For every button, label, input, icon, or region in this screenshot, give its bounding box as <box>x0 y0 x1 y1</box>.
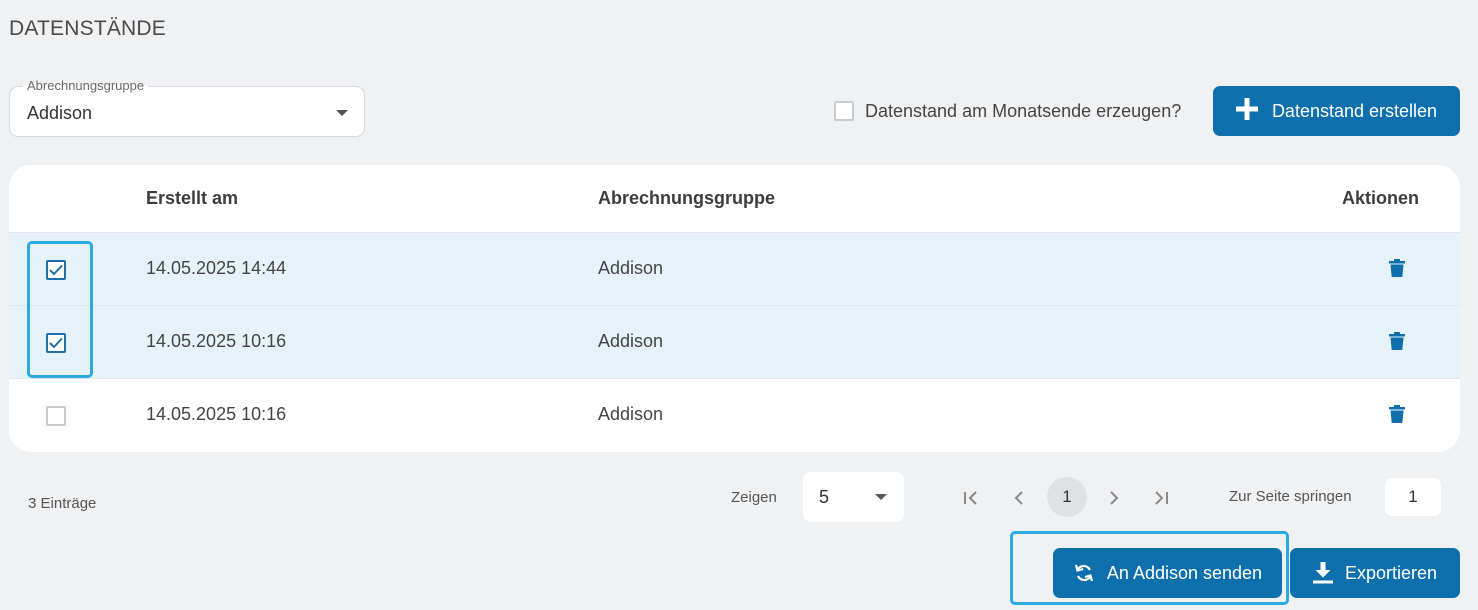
monthend-checkbox[interactable] <box>834 101 854 121</box>
monthend-checkbox-label: Datenstand am Monatsende erzeugen? <box>865 100 1182 121</box>
row-created: 14.05.2025 10:16 <box>146 331 287 351</box>
row-created: 14.05.2025 10:16 <box>146 404 287 424</box>
next-page-icon[interactable] <box>1103 487 1125 509</box>
monthend-checkbox-row[interactable]: Datenstand am Monatsende erzeugen? <box>834 100 1181 122</box>
chevron-down-icon <box>336 110 348 116</box>
page-title: DATENSTÄNDE <box>9 17 166 40</box>
entries-count: 3 Einträge <box>28 495 97 512</box>
page-size-value: 5 <box>819 487 830 507</box>
table-row[interactable]: 14.05.2025 10:16 Addison <box>9 306 1460 379</box>
trash-icon[interactable] <box>1389 259 1405 282</box>
billing-group-select-value: Addison <box>27 103 93 123</box>
row-billing-group: Addison <box>598 258 664 278</box>
table-row[interactable]: 14.05.2025 10:16 Addison <box>9 379 1460 452</box>
page-size-label: Zeigen <box>731 489 777 506</box>
row-billing-group: Addison <box>598 331 664 351</box>
export-button[interactable]: Exportieren <box>1290 548 1460 598</box>
last-page-icon[interactable] <box>1150 487 1172 509</box>
jump-to-page-input[interactable]: 1 <box>1385 478 1441 516</box>
page-number-current[interactable]: 1 <box>1047 477 1087 517</box>
selection-highlight <box>27 241 93 378</box>
plus-icon <box>1235 97 1258 125</box>
previous-page-icon[interactable] <box>1008 487 1030 509</box>
snapshots-table: Erstellt am Abrechnungsgruppe Aktionen 1… <box>9 165 1460 452</box>
jump-to-page-label: Zur Seite springen <box>1229 488 1352 505</box>
create-snapshot-button[interactable]: Datenstand erstellen <box>1213 86 1460 136</box>
trash-icon[interactable] <box>1389 332 1405 355</box>
export-label: Exportieren <box>1344 562 1438 583</box>
header-created[interactable]: Erstellt am <box>146 188 238 209</box>
header-actions: Aktionen <box>1342 188 1420 208</box>
create-snapshot-label: Datenstand erstellen <box>1271 100 1438 121</box>
table-row[interactable]: 14.05.2025 14:44 Addison <box>9 233 1460 306</box>
first-page-icon[interactable] <box>960 487 982 509</box>
trash-icon[interactable] <box>1389 405 1405 428</box>
row-checkbox[interactable] <box>46 406 66 426</box>
row-created: 14.05.2025 14:44 <box>146 258 287 278</box>
page-size-select[interactable]: 5 <box>803 472 904 522</box>
billing-group-select[interactable]: Abrechnungsgruppe Addison <box>9 78 365 137</box>
row-billing-group: Addison <box>598 404 664 424</box>
table-header: Erstellt am Abrechnungsgruppe Aktionen <box>9 165 1460 233</box>
chevron-down-icon <box>875 494 887 500</box>
send-button-highlight <box>1010 531 1289 605</box>
download-icon <box>1312 562 1333 584</box>
header-billing-group[interactable]: Abrechnungsgruppe <box>598 188 775 209</box>
billing-group-select-label: Abrechnungsgruppe <box>23 78 149 93</box>
